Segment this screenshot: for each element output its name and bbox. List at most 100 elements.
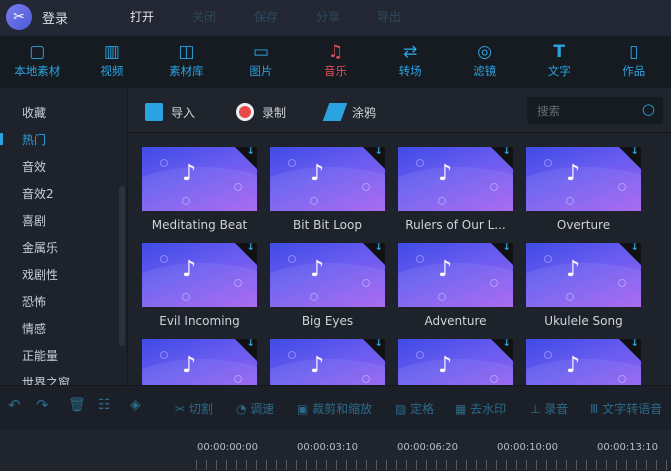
menu-share[interactable]: 分享 <box>316 8 340 25</box>
download-icon[interactable]: ↓ <box>503 147 511 157</box>
delete-icon[interactable]: 🗑 <box>68 397 86 413</box>
doodle-button[interactable]: 涂鸦 <box>322 103 376 121</box>
download-icon[interactable]: ↓ <box>631 243 639 253</box>
speed-button[interactable]: ◔ 调速 <box>236 400 274 417</box>
sidebar-scrollbar[interactable] <box>119 186 125 346</box>
download-icon[interactable]: ↓ <box>375 243 383 253</box>
music-card[interactable]: ↓ ♪ Evil Incoming <box>142 243 257 328</box>
music-card[interactable]: ↓ ♪ <box>142 339 257 385</box>
download-icon[interactable]: ↓ <box>375 339 383 349</box>
music-thumbnail: ↓ ♪ <box>526 339 641 385</box>
category-sidebar: 收藏 热门 音效 音效2 喜剧 金属乐 戏剧性 恐怖 情感 正能量 世界之窗 <box>0 88 128 390</box>
music-note-icon: ♪ <box>182 353 197 378</box>
track-title: Bit Bit Loop <box>293 218 362 232</box>
music-card[interactable]: ↓ ♪ <box>270 339 385 385</box>
image-icon: ▭ <box>252 42 269 62</box>
music-card[interactable]: ↓ ♪ <box>398 339 513 385</box>
music-card[interactable]: ↓ ♪ Adventure <box>398 243 513 328</box>
music-note-icon: ♪ <box>438 257 453 282</box>
sidebar-item[interactable]: 恐怖 <box>22 293 46 310</box>
track-title: Overture <box>556 218 611 232</box>
nav-transition[interactable]: ⇄ 转场 <box>373 36 448 88</box>
music-note-icon: ♪ <box>566 161 581 186</box>
music-card[interactable]: ↓ ♪ Ukulele Song <box>526 243 641 328</box>
music-card[interactable]: ↓ ♪ <box>526 339 641 385</box>
sidebar-item[interactable]: 情感 <box>22 320 46 337</box>
menu-save[interactable]: 保存 <box>254 8 278 25</box>
download-icon[interactable]: ↓ <box>631 147 639 157</box>
marker-icon[interactable]: ◈ <box>130 397 141 413</box>
timeline-ruler[interactable]: 00:00:00:00 00:00:03:10 00:00:06:20 00:0… <box>0 430 671 471</box>
music-thumbnail: ↓ ♪ <box>142 147 257 211</box>
sidebar-item[interactable]: 戏剧性 <box>22 266 58 283</box>
music-card[interactable]: ↓ ♪ Rulers of Our L... <box>398 147 513 232</box>
music-thumbnail: ↓ ♪ <box>270 339 385 385</box>
cut-button[interactable]: ✂ 切割 <box>175 400 213 417</box>
settings-icon[interactable]: ☷ <box>98 397 111 413</box>
music-note-icon: ♪ <box>310 353 325 378</box>
music-icon: ♫ <box>327 42 344 62</box>
nav-video[interactable]: ▥ 视频 <box>75 36 150 88</box>
music-note-icon: ♪ <box>566 257 581 282</box>
timecode: 00:00:06:20 <box>397 442 459 453</box>
music-thumbnail: ↓ ♪ <box>398 339 513 385</box>
redo-icon[interactable]: ↷ <box>36 396 49 414</box>
track-title: Rulers of Our L... <box>405 218 506 232</box>
download-icon[interactable]: ↓ <box>503 339 511 349</box>
music-thumbnail: ↓ ♪ <box>270 243 385 307</box>
download-icon[interactable]: ↓ <box>375 147 383 157</box>
nav-text[interactable]: T 文字 <box>522 36 597 88</box>
download-icon[interactable]: ↓ <box>503 243 511 253</box>
track-title: Evil Incoming <box>159 314 240 328</box>
music-card[interactable]: ↓ ♪ Bit Bit Loop <box>270 147 385 232</box>
freeze-button[interactable]: ▨ 定格 <box>395 400 434 417</box>
music-card[interactable]: ↓ ♪ Meditating Beat <box>142 147 257 232</box>
music-card[interactable]: ↓ ♪ Big Eyes <box>270 243 385 328</box>
app-logo: ✂ <box>6 4 32 30</box>
voice-record-button[interactable]: ⊥ 录音 <box>530 400 568 417</box>
menu-open[interactable]: 打开 <box>130 8 154 25</box>
ruler-ticks <box>196 460 671 470</box>
search-input[interactable]: 搜索 ○ <box>527 97 663 124</box>
undo-icon[interactable]: ↶ <box>8 396 21 414</box>
menu-close[interactable]: 关闭 <box>192 8 216 25</box>
music-thumbnail: ↓ ♪ <box>142 243 257 307</box>
download-icon[interactable]: ↓ <box>247 147 255 157</box>
sidebar-item[interactable]: 热门 <box>22 131 46 148</box>
nav-filter[interactable]: ◎ 滤镜 <box>447 36 522 88</box>
music-card[interactable]: ↓ ♪ Overture <box>526 147 641 232</box>
tts-button[interactable]: Ⅲ 文字转语音 <box>590 400 662 417</box>
track-title: Ukulele Song <box>544 314 623 328</box>
download-icon[interactable]: ↓ <box>631 339 639 349</box>
download-icon[interactable]: ↓ <box>247 243 255 253</box>
login-button[interactable]: 登录 <box>42 8 68 27</box>
download-icon[interactable]: ↓ <box>247 339 255 349</box>
watermark-button[interactable]: ▦ 去水印 <box>455 400 506 417</box>
music-thumbnail: ↓ ♪ <box>526 147 641 211</box>
sidebar-item[interactable]: 喜剧 <box>22 212 46 229</box>
box-icon: ▢ <box>29 42 46 62</box>
sidebar-item[interactable]: 音效 <box>22 158 46 175</box>
category-nav: ▢ 本地素材 ▥ 视频 ◫ 素材库 ▭ 图片 ♫ 音乐 ⇄ 转场 ◎ 滤镜 T 文字 ▯ 作品 <box>0 36 671 88</box>
library-icon: ◫ <box>178 42 195 62</box>
sidebar-item[interactable]: 音效2 <box>22 185 54 202</box>
nav-works[interactable]: ▯ 作品 <box>597 36 671 88</box>
music-note-icon: ♪ <box>310 161 325 186</box>
crop-zoom-button[interactable]: ▣ 裁剪和缩放 <box>297 400 372 417</box>
sidebar-item[interactable]: 金属乐 <box>22 239 58 256</box>
import-button[interactable]: 导入 <box>145 103 195 121</box>
sidebar-item[interactable]: 正能量 <box>22 347 58 364</box>
track-title: Adventure <box>424 314 487 328</box>
nav-music[interactable]: ♫ 音乐 <box>298 36 373 88</box>
nav-library[interactable]: ◫ 素材库 <box>149 36 224 88</box>
timecode: 00:00:10:00 <box>497 442 559 453</box>
menu-export[interactable]: 导出 <box>377 8 401 25</box>
import-folder-icon <box>145 103 163 121</box>
nav-image[interactable]: ▭ 图片 <box>224 36 299 88</box>
record-button[interactable]: 录制 <box>236 103 286 121</box>
search-icon[interactable]: ○ <box>642 100 655 118</box>
edit-toolbar: ↶ ↷ 🗑 ☷ ◈ ✂ 切割 ◔ 调速 ▣ 裁剪和缩放 ▨ 定格 ▦ 去水印 ⊥… <box>0 385 671 430</box>
nav-local-media[interactable]: ▢ 本地素材 <box>0 36 75 88</box>
active-indicator <box>0 133 3 145</box>
sidebar-item[interactable]: 收藏 <box>22 104 46 121</box>
